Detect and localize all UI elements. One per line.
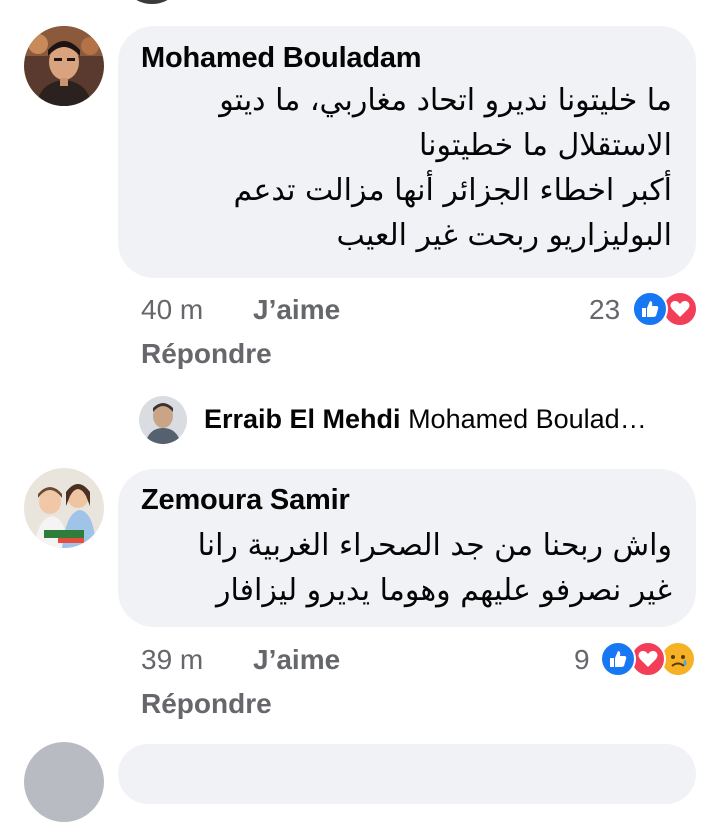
reaction-icons[interactable] [600, 641, 700, 677]
comment-text-line: البوليزاريو ربحت غير العيب [336, 218, 672, 253]
avatar[interactable] [24, 468, 104, 548]
reply-preview[interactable]: Erraib El Mehdi Mohamed Boulad… [204, 404, 647, 435]
avatar[interactable] [24, 742, 104, 822]
like-button[interactable]: J’aime [253, 294, 340, 326]
comment-text: واش ربحنا من جد الصحراء الغربية رانا غير… [160, 523, 672, 613]
reaction-count[interactable]: 23 [589, 294, 620, 326]
comment-text-line: الاستقلال ما خطيتونا [418, 128, 672, 163]
comment-time[interactable]: 40 m [141, 294, 203, 326]
comment-text-line: أكبر اخطاء الجزائر أنها مزالت تدعم [233, 173, 672, 208]
reply-text: Mohamed Boulad… [408, 404, 647, 434]
like-icon [632, 291, 668, 327]
comment-text-line: ما خليتونا نديرو اتحاد مغاربي، ما ديتو [219, 83, 672, 118]
avatar[interactable] [139, 396, 187, 444]
comment-text-line: واش ربحنا من جد الصحراء الغربية رانا [197, 528, 672, 563]
comment-time[interactable]: 39 m [141, 644, 203, 676]
comment-text-line: غير نصرفو عليهم وهوما يديرو ليزافار [216, 573, 672, 608]
like-icon [600, 641, 636, 677]
comment-text: ما خليتونا نديرو اتحاد مغاربي، ما ديتو ا… [160, 78, 672, 258]
avatar[interactable] [24, 26, 104, 106]
comment-bubble [118, 744, 696, 804]
reply-author[interactable]: Erraib El Mehdi [204, 404, 401, 434]
reaction-count[interactable]: 9 [574, 644, 590, 676]
like-button[interactable]: J’aime [253, 644, 340, 676]
comment-author[interactable]: Mohamed Bouladam [141, 42, 422, 75]
avatar[interactable] [120, 0, 184, 4]
reply-button[interactable]: Répondre [141, 688, 272, 720]
reaction-icons[interactable] [632, 291, 698, 327]
comment-author[interactable]: Zemoura Samir [141, 484, 350, 517]
reply-button[interactable]: Répondre [141, 338, 272, 370]
